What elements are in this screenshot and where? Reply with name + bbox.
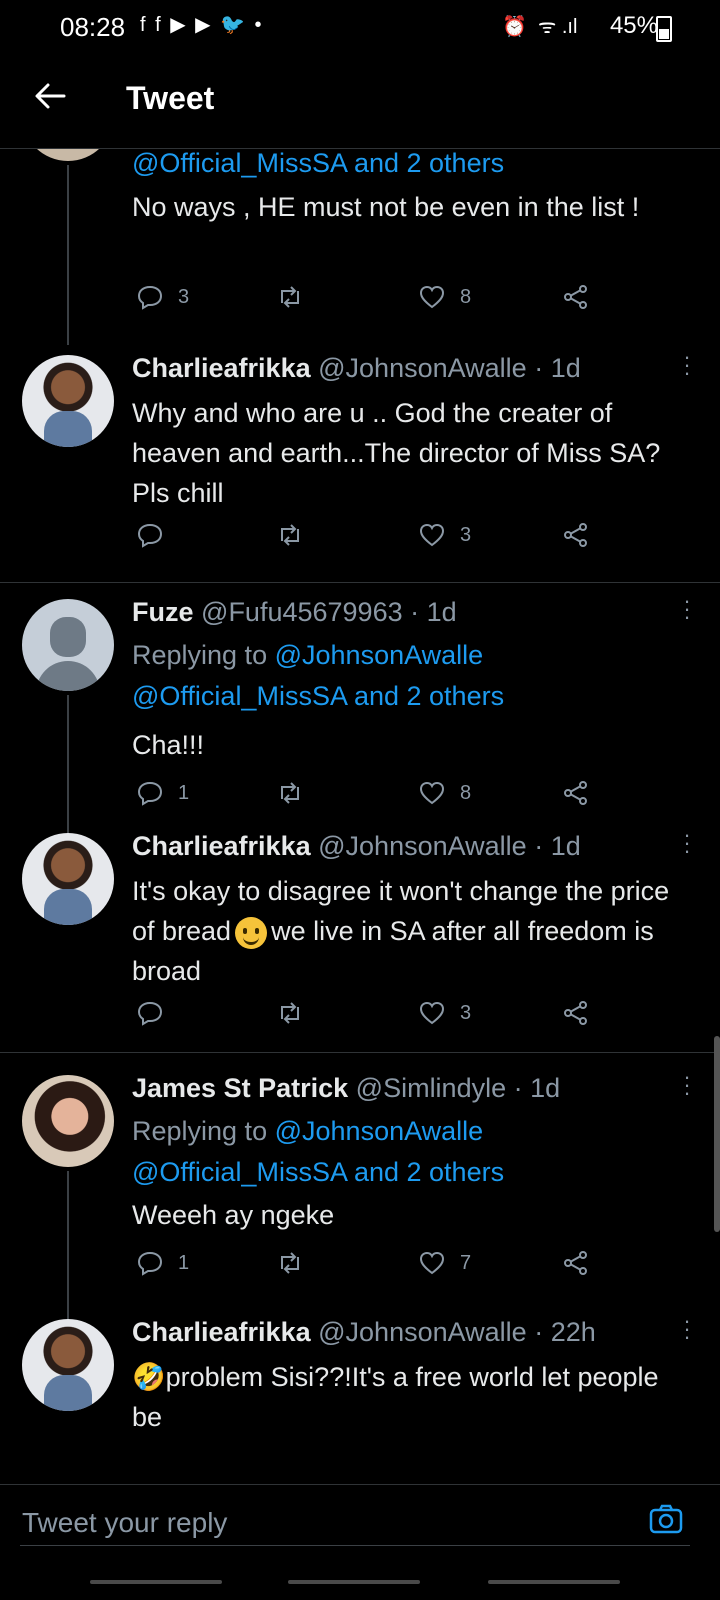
more-options-icon[interactable]: · · · [682, 824, 692, 862]
more-options-icon[interactable]: · · · [682, 590, 692, 628]
like-button[interactable]: 8 [418, 283, 471, 311]
replying-to: Replying to @JohnsonAwalle @Official_Mis… [132, 640, 505, 711]
avatar[interactable] [22, 1075, 114, 1167]
like-button[interactable]: 3 [418, 999, 471, 1027]
tweet-actions: 3 [132, 999, 612, 1033]
top-app-bar: Tweet [0, 54, 720, 149]
tweet[interactable]: Charlieafrikka @JohnsonAwalle · 22h · · · … [0, 1303, 720, 1483]
tweet-text: 🤣problem Sisi??!It's a free world let pe… [132, 1362, 659, 1432]
tweet-header: Fuze @Fufu45679963 · 1d [132, 597, 457, 627]
page-title: Tweet [126, 80, 215, 116]
tweet-thread[interactable]: @Official_MissSA and 2 others No ways , … [0, 149, 720, 1483]
user-handle[interactable]: @JohnsonAwalle [318, 353, 527, 383]
tweet-actions: 1 8 [132, 779, 612, 813]
tweet-text: Weeeh ay ngeke [132, 1200, 335, 1230]
notification-icons: f f ▶ ▶ 🐦 • [140, 14, 264, 36]
tweet-text: No ways , HE must not be even in the lis… [132, 192, 640, 222]
retweet-button[interactable] [276, 779, 318, 807]
thread-line [67, 695, 69, 835]
home-nav-button[interactable] [288, 1580, 420, 1584]
mention-link[interactable]: @JohnsonAwalle [275, 1116, 484, 1146]
timestamp: 1d [550, 353, 581, 383]
retweet-button[interactable] [276, 521, 318, 549]
thread-line [67, 1171, 69, 1321]
retweet-button[interactable] [276, 283, 318, 311]
status-bar: 08:28 f f ▶ ▶ 🐦 • 45% ⏰ ︎ ᯤ .ıl [0, 0, 720, 54]
tweet[interactable]: James St Patrick @Simlindyle · 1d · · · Re… [0, 1053, 720, 1321]
back-nav-button[interactable] [488, 1580, 620, 1584]
default-avatar[interactable] [22, 599, 114, 691]
tweet-header: Charlieafrikka @JohnsonAwalle · 1d [132, 831, 581, 861]
more-options-icon[interactable]: · · · [682, 1066, 692, 1104]
display-name[interactable]: James St Patrick [132, 1073, 348, 1103]
tweet-header: Charlieafrikka @JohnsonAwalle · 1d [132, 353, 581, 383]
tweet-actions: 3 8 [132, 283, 612, 317]
slightly-smiling-emoji-icon [235, 916, 268, 949]
rofl-emoji-icon: 🤣 [132, 1362, 166, 1392]
back-arrow-icon[interactable] [30, 76, 70, 116]
camera-icon[interactable] [648, 1501, 684, 1537]
like-button[interactable]: 8 [418, 779, 471, 807]
user-handle[interactable]: @JohnsonAwalle [318, 1317, 527, 1347]
tweet-text: Why and who are u .. God the creater of … [132, 398, 661, 508]
status-time: 08:28 [60, 12, 126, 42]
timestamp: 22h [550, 1317, 596, 1347]
recents-nav-button[interactable] [90, 1580, 222, 1584]
replying-to: Replying to @JohnsonAwalle @Official_Mis… [132, 1116, 505, 1187]
reply-input[interactable]: Tweet your reply [20, 1495, 690, 1546]
display-name[interactable]: Charlieafrikka [132, 1317, 311, 1347]
system-icons: ⏰ ︎ ᯤ .ıl [502, 16, 578, 38]
avatar[interactable] [22, 355, 114, 447]
battery-icon [656, 16, 672, 42]
user-handle[interactable]: @Simlindyle [356, 1073, 506, 1103]
tweet[interactable]: Fuze @Fufu45679963 · 1d · · · Replying to … [0, 583, 720, 835]
reply-placeholder: Tweet your reply [22, 1507, 228, 1538]
avatar[interactable] [22, 149, 114, 161]
timestamp: 1d [530, 1073, 561, 1103]
tweet[interactable]: @Official_MissSA and 2 others No ways , … [0, 149, 720, 345]
display-name[interactable]: Charlieafrikka [132, 353, 311, 383]
mention-link[interactable]: @JohnsonAwalle [275, 640, 484, 670]
reply-mentions[interactable]: @Official_MissSA and 2 others [132, 149, 504, 184]
thread-line [67, 165, 69, 345]
reply-button[interactable]: 1 [136, 779, 189, 807]
share-button[interactable] [562, 283, 604, 311]
reply-button[interactable]: 3 [136, 283, 189, 311]
timestamp: 1d [550, 831, 581, 861]
share-button[interactable] [562, 999, 604, 1027]
battery-percent: 45% [609, 12, 658, 39]
tweet-text: Cha!!! [132, 730, 205, 760]
avatar[interactable] [22, 1319, 114, 1411]
share-button[interactable] [562, 779, 604, 807]
user-handle[interactable]: @JohnsonAwalle [318, 831, 527, 861]
retweet-button[interactable] [276, 999, 318, 1027]
tweet[interactable]: Charlieafrikka @JohnsonAwalle · 1d · · · W… [0, 339, 720, 569]
reply-button[interactable] [136, 999, 178, 1027]
retweet-button[interactable] [276, 1249, 318, 1277]
more-options-icon[interactable]: · · · [682, 1310, 692, 1348]
tweet-header: James St Patrick @Simlindyle · 1d [132, 1073, 561, 1103]
user-handle[interactable]: @Fufu45679963 [201, 597, 403, 627]
reply-button[interactable]: 1 [136, 1249, 189, 1277]
display-name[interactable]: Charlieafrikka [132, 831, 311, 861]
system-nav-bar [0, 1562, 720, 1600]
reply-button[interactable] [136, 521, 178, 549]
reply-composer: Tweet your reply [0, 1484, 720, 1561]
tweet[interactable]: Charlieafrikka @JohnsonAwalle · 1d · · · I… [0, 824, 720, 1063]
mention-link[interactable]: @Official_MissSA and 2 others [132, 681, 504, 711]
timestamp: 1d [426, 597, 457, 627]
tweet-actions: 3 [132, 521, 612, 555]
share-button[interactable] [562, 521, 604, 549]
like-button[interactable]: 3 [418, 521, 471, 549]
more-options-icon[interactable]: · · · [682, 346, 692, 384]
tweet-header: Charlieafrikka @JohnsonAwalle · 22h [132, 1317, 596, 1347]
scrollbar[interactable] [714, 1036, 720, 1232]
like-button[interactable]: 7 [418, 1249, 471, 1277]
share-button[interactable] [562, 1249, 604, 1277]
display-name[interactable]: Fuze [132, 597, 194, 627]
avatar[interactable] [22, 833, 114, 925]
mention-link[interactable]: @Official_MissSA and 2 others [132, 1157, 504, 1187]
tweet-text: It's okay to disagree it won't change th… [132, 876, 670, 986]
tweet-actions: 1 7 [132, 1249, 612, 1283]
